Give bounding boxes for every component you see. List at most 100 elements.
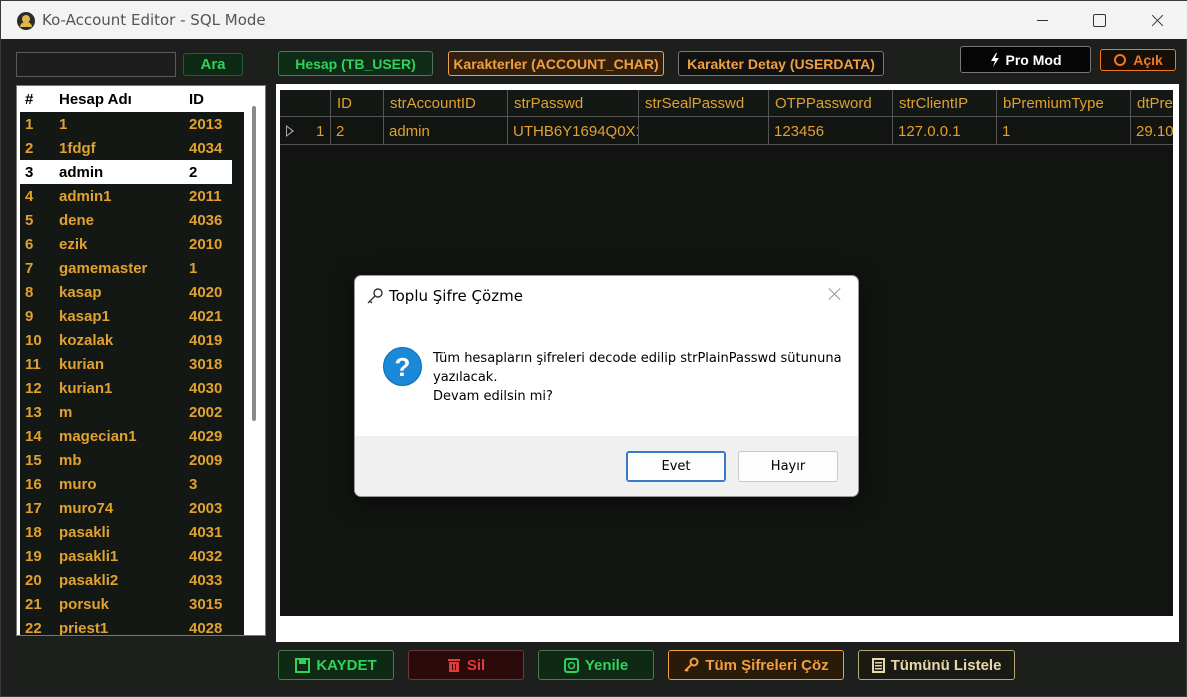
list-item[interactable]: 4 admin1 2011 [20, 184, 232, 208]
tab-hesap[interactable]: Hesap (TB_USER) [278, 51, 433, 76]
list-item-num: 4 [25, 188, 34, 205]
list-item[interactable]: 7 gamemaster 1 [20, 256, 232, 280]
tab-karakterler[interactable]: Karakterler (ACCOUNT_CHAR) [448, 51, 664, 76]
search-button[interactable]: Ara [183, 53, 243, 76]
grid-cell[interactable]: 1 [996, 117, 1130, 145]
grid-column-header[interactable]: strSealPasswd [638, 90, 768, 117]
list-item[interactable]: 11 kurian 3018 [20, 352, 232, 376]
list-item-name: kozalak [59, 332, 114, 349]
minimize-button[interactable] [1019, 1, 1065, 39]
list-item[interactable]: 15 mb 2009 [20, 448, 232, 472]
list-item-id: 4019 [189, 332, 223, 349]
list-item[interactable]: 21 porsuk 3015 [20, 592, 232, 616]
list-all-button[interactable]: Tümünü Listele [858, 650, 1015, 680]
delete-label: Sil [466, 656, 486, 674]
list-item[interactable]: 14 magecian1 4029 [20, 424, 232, 448]
grid-cell[interactable]: 2 [330, 117, 383, 145]
list-item-name: gamemaster [59, 260, 148, 277]
save-button[interactable]: KAYDET [278, 650, 394, 680]
list-item-id: 2002 [189, 404, 223, 421]
key-icon [684, 657, 699, 672]
list-item-id: 2003 [189, 500, 223, 517]
grid-column-header[interactable]: strPasswd [507, 90, 638, 117]
grid-cell[interactable]: 123456 [768, 117, 892, 145]
list-item-name: pasakli [59, 524, 110, 541]
list-item-num: 19 [25, 548, 42, 565]
dialog-title: Toplu Şifre Çözme [389, 287, 523, 305]
grid-cell[interactable] [638, 117, 768, 145]
decode-all-label: Tüm Şifreleri Çöz [705, 656, 829, 674]
list-item-id: 3015 [189, 596, 223, 613]
list-item[interactable]: 20 pasakli2 4033 [20, 568, 232, 592]
yes-button[interactable]: Evet [626, 451, 726, 482]
dialog-footer: Evet Hayır [355, 436, 858, 496]
list-item-num: 5 [25, 212, 34, 229]
list-item[interactable]: 13 m 2002 [20, 400, 232, 424]
delete-button[interactable]: Sil [408, 650, 524, 680]
list-item-id: 2010 [189, 236, 223, 253]
list-item[interactable]: 17 muro74 2003 [20, 496, 232, 520]
list-item[interactable]: 22 priest1 4028 [20, 616, 232, 636]
dialog-message-line: Tüm hesapların şifreleri decode edilip s… [433, 351, 842, 366]
list-item-name: m [59, 404, 73, 421]
list-item-id: 2011 [189, 188, 222, 205]
list-item-name: magecian1 [59, 428, 137, 445]
list-scrollbar[interactable] [252, 106, 256, 421]
grid-cell[interactable]: admin [383, 117, 507, 145]
grid-column-header[interactable]: OTPPassword [768, 90, 892, 117]
list-item[interactable]: 12 kurian1 4030 [20, 376, 232, 400]
list-item[interactable]: 9 kasap1 4021 [20, 304, 232, 328]
grid-cell[interactable]: 29.10 [1130, 117, 1173, 145]
dialog-message-line: Devam edilsin mi? [433, 389, 553, 404]
pro-mode-button[interactable]: Pro Mod [960, 46, 1091, 73]
list-item-num: 14 [25, 428, 42, 445]
list-item-name: priest1 [59, 620, 109, 636]
list-item[interactable]: 16 muro 3 [20, 472, 232, 496]
list-item-name: pasakli1 [59, 548, 119, 565]
list-item[interactable]: 3 admin 2 [20, 160, 232, 184]
lightning-icon [990, 52, 999, 67]
grid-column-header[interactable]: strAccountID [383, 90, 507, 117]
list-item-id: 4036 [189, 212, 223, 229]
open-toggle-button[interactable]: Açık [1100, 49, 1176, 71]
list-all-label: Tümünü Listele [890, 656, 1002, 674]
list-item-name: muro [59, 476, 97, 493]
refresh-button[interactable]: Yenile [538, 650, 654, 680]
dialog-body: ? Tüm hesapların şifreleri decode edilip… [355, 313, 858, 436]
list-item-num: 21 [25, 596, 42, 613]
list-item[interactable]: 6 ezik 2010 [20, 232, 232, 256]
grid-column-header[interactable]: ID [330, 90, 383, 117]
list-item-id: 2013 [189, 116, 223, 133]
list-item-id: 3 [189, 476, 198, 493]
pro-mode-label: Pro Mod [1005, 51, 1062, 68]
grid-row[interactable]: 1 2 admin UTHB6Y1694Q0X1 123456 127.0.0.1 1 29… [280, 117, 1173, 145]
grid-column-header[interactable]: strClientIP [892, 90, 996, 117]
list-item-num: 17 [25, 500, 42, 517]
list-item[interactable]: 10 kozalak 4019 [20, 328, 232, 352]
decode-all-passwords-button[interactable]: Tüm Şifreleri Çöz [668, 650, 844, 680]
list-item-num: 10 [25, 332, 42, 349]
dialog-close-icon[interactable] [827, 286, 843, 302]
grid-column-header[interactable]: dtPre [1130, 90, 1173, 117]
list-item[interactable]: 19 pasakli1 4032 [20, 544, 232, 568]
list-item[interactable]: 18 pasakli 4031 [20, 520, 232, 544]
close-window-button[interactable] [1135, 1, 1181, 39]
no-button[interactable]: Hayır [738, 451, 838, 482]
list-item-name: ezik [59, 236, 88, 253]
list-item[interactable]: 2 1fdgf 4034 [20, 136, 232, 160]
list-item[interactable]: 5 dene 4036 [20, 208, 232, 232]
dialog-message: Tüm hesapların şifreleri decode edilip s… [433, 349, 843, 406]
list-item-name: admin [59, 164, 104, 181]
list-item-id: 4020 [189, 284, 223, 301]
list-item[interactable]: 1 1 2013 [20, 112, 232, 136]
list-item-num: 6 [25, 236, 34, 253]
grid-cell[interactable]: UTHB6Y1694Q0X1 [507, 117, 638, 145]
tab-karakter-detay[interactable]: Karakter Detay (USERDATA) [678, 51, 884, 76]
maximize-button[interactable] [1076, 1, 1122, 39]
list-item[interactable]: 8 kasap 4020 [20, 280, 232, 304]
grid-column-header[interactable]: bPremiumType [996, 90, 1130, 117]
list-item-num: 18 [25, 524, 42, 541]
grid-cell[interactable]: 127.0.0.1 [892, 117, 996, 145]
account-search-input[interactable] [16, 52, 176, 77]
save-label: KAYDET [316, 656, 377, 674]
